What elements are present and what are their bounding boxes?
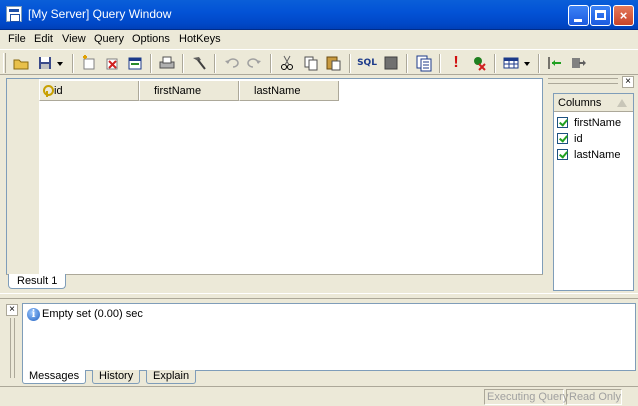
columns-header[interactable]: Columns xyxy=(554,94,633,112)
import-icon[interactable] xyxy=(546,54,564,72)
checkbox[interactable] xyxy=(557,133,568,144)
messages-tab-strip: Messages History Explain xyxy=(22,370,636,384)
checkbox[interactable] xyxy=(557,117,568,128)
sort-arrow-icon xyxy=(617,99,627,107)
close-icon[interactable]: × xyxy=(622,76,634,88)
minimize-icon xyxy=(574,19,582,22)
toolbar-separator xyxy=(182,54,184,73)
menu-hotkeys[interactable]: HotKeys xyxy=(179,33,221,45)
maximize-button[interactable] xyxy=(590,5,611,26)
info-icon: i xyxy=(27,308,40,321)
row-header-column xyxy=(7,79,39,279)
open-folder-icon[interactable] xyxy=(12,54,30,72)
stop-icon[interactable] xyxy=(382,54,400,72)
copy-icon[interactable] xyxy=(302,54,320,72)
redo-icon[interactable] xyxy=(246,54,264,72)
close-button[interactable]: × xyxy=(613,5,634,26)
new-query-icon[interactable] xyxy=(80,54,98,72)
toolbar-separator xyxy=(538,54,540,73)
save-icon[interactable] xyxy=(36,54,54,72)
menu-view[interactable]: View xyxy=(62,33,86,45)
panel-grip[interactable] xyxy=(10,318,15,378)
column-header-firstname[interactable]: firstName xyxy=(139,81,239,101)
print-icon[interactable] xyxy=(158,54,176,72)
toolbar-separator xyxy=(72,54,74,73)
hammer-icon[interactable] xyxy=(190,54,208,72)
status-executing: Executing Query xyxy=(484,389,568,405)
window-title: [My Server] Query Window xyxy=(28,7,172,21)
sql-icon[interactable]: SQL xyxy=(356,54,378,72)
messages-panel: i Empty set (0.00) sec xyxy=(22,303,636,371)
form-icon[interactable] xyxy=(415,54,433,72)
app-icon xyxy=(6,6,22,22)
primary-key-icon xyxy=(43,85,54,97)
tab-explain[interactable]: Explain xyxy=(146,370,197,384)
column-header-label: firstName xyxy=(154,85,202,97)
cut-icon[interactable] xyxy=(278,54,296,72)
result-tab-strip: Result 1 xyxy=(6,274,543,290)
toolbar-separator xyxy=(270,54,272,73)
toolbar: SQL ! xyxy=(0,49,638,75)
tab-result-1[interactable]: Result 1 xyxy=(8,274,67,289)
close-icon[interactable]: × xyxy=(6,304,18,316)
columns-panel: × Columns firstName id lastName xyxy=(548,76,636,292)
columns-header-label: Columns xyxy=(558,97,602,109)
menu-file[interactable]: File xyxy=(8,33,26,45)
toolbar-separator xyxy=(150,54,152,73)
dropdown-arrow-icon[interactable] xyxy=(522,54,532,72)
message-text: Empty set (0.00) sec xyxy=(42,308,143,320)
paste-icon[interactable] xyxy=(324,54,342,72)
panel-grip[interactable] xyxy=(548,78,618,84)
toolbar-separator xyxy=(439,54,441,73)
window-icon[interactable] xyxy=(126,54,144,72)
column-toggle-label: id xyxy=(574,133,583,145)
menu-bar: File Edit View Query Options HotKeys xyxy=(0,30,638,49)
tab-messages[interactable]: Messages xyxy=(22,370,87,384)
checkbox[interactable] xyxy=(557,149,568,160)
columns-list: Columns firstName id lastName xyxy=(553,93,634,291)
cancel-query-icon[interactable] xyxy=(470,54,488,72)
tab-history[interactable]: History xyxy=(92,370,141,384)
menu-options[interactable]: Options xyxy=(132,33,170,45)
result-grid[interactable]: id firstName lastName xyxy=(6,78,543,290)
menu-query[interactable]: Query xyxy=(94,33,124,45)
toolbar-separator xyxy=(406,54,408,73)
export-icon[interactable] xyxy=(570,54,588,72)
column-toggle-label: lastName xyxy=(574,149,621,161)
close-icon: × xyxy=(619,8,628,23)
column-toggle-label: firstName xyxy=(574,117,622,129)
horizontal-splitter[interactable] xyxy=(0,293,638,299)
minimize-button[interactable] xyxy=(568,5,589,26)
toolbar-separator xyxy=(349,54,351,73)
dropdown-arrow-icon[interactable] xyxy=(55,54,65,72)
execute-icon[interactable]: ! xyxy=(447,54,465,72)
toolbar-separator xyxy=(214,54,216,73)
column-header-lastname[interactable]: lastName xyxy=(239,81,339,101)
delete-icon[interactable] xyxy=(103,54,121,72)
status-bar: Executing Query Read Only xyxy=(0,386,638,406)
grid-view-icon[interactable] xyxy=(502,54,520,72)
maximize-icon xyxy=(595,10,606,20)
toolbar-grip[interactable] xyxy=(3,53,6,73)
column-header-label: lastName xyxy=(254,85,301,97)
status-readonly: Read Only xyxy=(566,389,622,405)
toolbar-separator xyxy=(494,54,496,73)
column-header-id[interactable]: id xyxy=(39,81,139,101)
title-bar: [My Server] Query Window × xyxy=(0,0,638,30)
column-header-label: id xyxy=(54,85,63,97)
undo-icon[interactable] xyxy=(222,54,240,72)
menu-edit[interactable]: Edit xyxy=(34,33,53,45)
